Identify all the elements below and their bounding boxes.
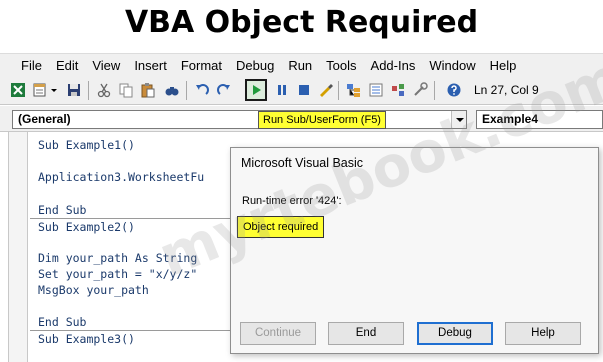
insert-module-icon[interactable] xyxy=(32,82,48,98)
dialog-title: Microsoft Visual Basic xyxy=(241,156,364,170)
procedure-combo[interactable]: Example4 xyxy=(476,110,603,129)
copy-icon[interactable] xyxy=(118,82,134,98)
page-title: VBA Object Required xyxy=(124,5,479,40)
code-line[interactable]: End Sub xyxy=(38,203,86,217)
code-line[interactable]: Dim your_path As String xyxy=(38,251,197,265)
dialog-error-message: Object required xyxy=(237,216,325,238)
procedure-separator xyxy=(30,330,230,331)
break-icon[interactable] xyxy=(274,82,290,98)
run-icon xyxy=(253,85,261,95)
toolbar-separator xyxy=(186,81,187,100)
end-button[interactable]: End xyxy=(328,322,404,345)
menu-window[interactable]: Window xyxy=(422,55,482,77)
redo-icon[interactable] xyxy=(216,82,232,98)
menu-view[interactable]: View xyxy=(85,55,127,77)
undo-icon[interactable] xyxy=(194,82,210,98)
run-sub-button[interactable] xyxy=(245,79,267,101)
menu-run[interactable]: Run xyxy=(281,55,319,77)
project-explorer-icon[interactable] xyxy=(346,82,362,98)
design-mode-icon[interactable] xyxy=(318,82,334,98)
help-icon[interactable] xyxy=(446,82,462,98)
standard-toolbar: Ln 27, Col 9 xyxy=(0,77,603,105)
paste-icon[interactable] xyxy=(140,82,156,98)
reset-icon[interactable] xyxy=(296,82,312,98)
menu-format[interactable]: Format xyxy=(174,55,229,77)
menu-bar: File Edit View Insert Format Debug Run T… xyxy=(0,53,603,77)
save-icon[interactable] xyxy=(66,82,82,98)
code-line[interactable]: Sub Example1() xyxy=(38,138,135,152)
dialog-error-code: Run-time error '424': xyxy=(242,195,342,207)
properties-icon[interactable] xyxy=(368,82,384,98)
cursor-position: Ln 27, Col 9 xyxy=(474,83,539,97)
object-browser-icon[interactable] xyxy=(390,82,406,98)
chevron-down-icon[interactable] xyxy=(50,82,58,98)
menu-help[interactable]: Help xyxy=(483,55,524,77)
error-dialog: Microsoft Visual Basic Run-time error '4… xyxy=(230,147,599,354)
procedure-separator xyxy=(30,218,230,219)
code-line[interactable]: Set your_path = "x/y/z" xyxy=(38,267,197,281)
code-line[interactable]: Sub Example2() xyxy=(38,220,135,234)
help-button[interactable]: Help xyxy=(505,322,581,345)
menu-edit[interactable]: Edit xyxy=(49,55,85,77)
debug-button[interactable]: Debug xyxy=(417,322,493,345)
margin-indicator-bar xyxy=(8,132,28,362)
code-line[interactable]: End Sub xyxy=(38,315,86,329)
cut-icon[interactable] xyxy=(96,82,112,98)
object-combo[interactable]: (General) xyxy=(12,110,467,129)
code-line[interactable]: Application3.WorksheetFu xyxy=(38,170,204,184)
menu-insert[interactable]: Insert xyxy=(127,55,174,77)
menu-debug[interactable]: Debug xyxy=(229,55,281,77)
continue-button[interactable]: Continue xyxy=(240,322,316,345)
toolbar-separator xyxy=(338,81,339,100)
menu-file[interactable]: File xyxy=(14,55,49,77)
code-line[interactable]: MsgBox your_path xyxy=(38,283,149,297)
toolbar-separator xyxy=(434,81,435,100)
find-icon[interactable] xyxy=(164,82,180,98)
object-combo-value: (General) xyxy=(18,112,71,126)
excel-icon[interactable] xyxy=(10,82,26,98)
procedure-combo-value: Example4 xyxy=(482,112,539,126)
menu-add-ins[interactable]: Add-Ins xyxy=(364,55,423,77)
run-tooltip: Run Sub/UserForm (F5) xyxy=(258,111,386,129)
menu-tools[interactable]: Tools xyxy=(319,55,363,77)
toolbar-separator xyxy=(88,81,89,100)
chevron-down-icon[interactable] xyxy=(451,111,466,128)
toolbox-icon[interactable] xyxy=(412,82,428,98)
code-line[interactable]: Sub Example3() xyxy=(38,332,135,346)
